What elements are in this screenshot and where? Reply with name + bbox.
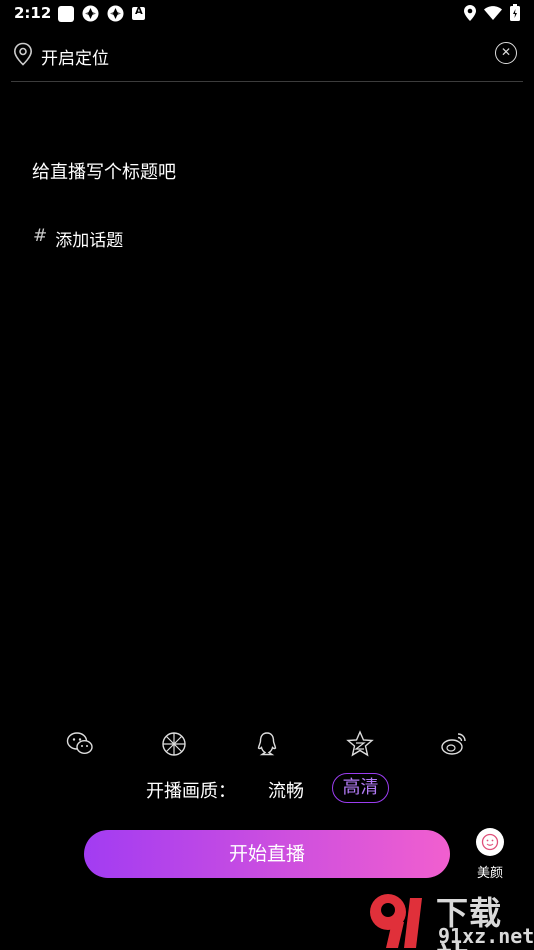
wifi-icon: [484, 5, 502, 20]
quality-selector: 开播画质： 流畅 高清: [0, 771, 534, 805]
aperture-icon: [82, 5, 99, 22]
beauty-label: 美颜: [476, 866, 503, 881]
location-pin-icon: [13, 42, 33, 66]
status-time: 2:12: [14, 4, 52, 22]
location-bar[interactable]: 开启定位 ✕: [11, 36, 523, 82]
weibo-icon[interactable]: [440, 730, 468, 758]
status-bar: 2:12 A: [0, 0, 534, 28]
close-circle-icon[interactable]: ✕: [495, 42, 517, 64]
live-title-input[interactable]: 给直播写个标题吧: [32, 158, 176, 184]
watermark-domain: 91xz.net: [438, 924, 534, 948]
quality-option-smooth[interactable]: 流畅: [268, 777, 304, 803]
share-row: [0, 730, 534, 758]
aperture-icon: [107, 5, 124, 22]
battery-icon: [510, 4, 520, 21]
quality-label: 开播画质：: [146, 781, 236, 802]
hash-icon: #: [33, 226, 48, 246]
quality-option-hd[interactable]: 高清: [332, 773, 389, 803]
location-icon: [464, 4, 476, 21]
add-topic-button[interactable]: # 添加话题: [33, 226, 123, 251]
qq-icon[interactable]: [253, 730, 281, 758]
qzone-icon[interactable]: [346, 730, 374, 758]
start-live-button[interactable]: 开始直播: [84, 830, 450, 878]
watermark: 下载站 91xz.net: [366, 888, 534, 950]
watermark-logo-icon: [370, 894, 422, 948]
app-square-icon: [58, 5, 74, 22]
a-square-icon: A: [132, 6, 145, 20]
beauty-face-icon: [476, 828, 504, 856]
beauty-button[interactable]: 美颜: [472, 828, 508, 881]
wechat-icon[interactable]: [66, 730, 94, 758]
location-label[interactable]: 开启定位: [41, 44, 109, 69]
add-topic-label: 添加话题: [55, 231, 124, 251]
moments-icon[interactable]: [160, 730, 188, 758]
